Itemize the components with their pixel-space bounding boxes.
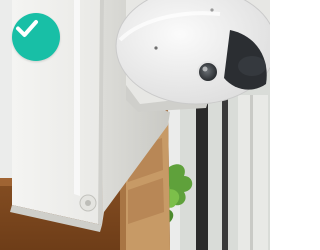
verified-badge bbox=[12, 13, 60, 61]
checkmark-icon bbox=[16, 20, 38, 37]
product-photo bbox=[0, 0, 270, 250]
